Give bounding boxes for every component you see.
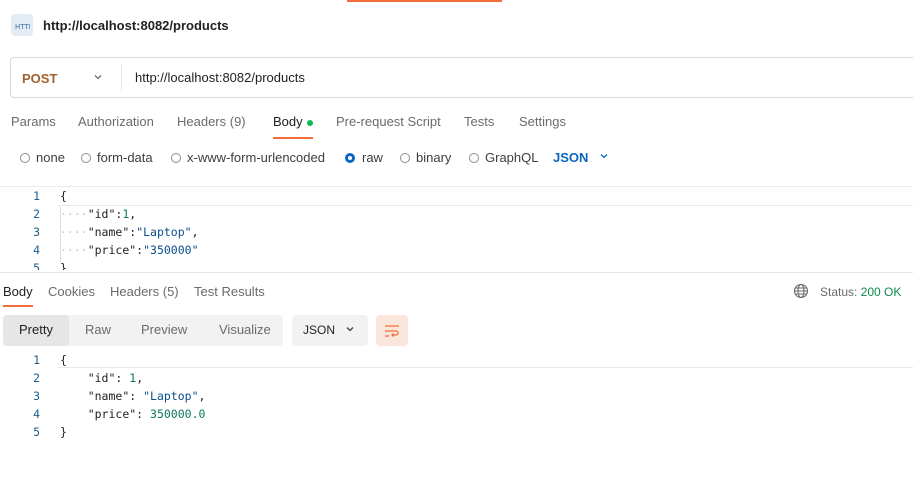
view-mode-visualize[interactable]: Visualize (219, 322, 271, 337)
code-line[interactable]: { (60, 189, 67, 203)
response-tab-body[interactable]: Body (3, 284, 33, 299)
view-mode-pretty[interactable]: Pretty (19, 322, 53, 337)
code-line[interactable]: ····"id":1, (60, 207, 136, 221)
response-tab-cookies[interactable]: Cookies (48, 284, 95, 299)
radio-label-x-www-form-urlencoded: x-www-form-urlencoded (187, 150, 325, 165)
tab-body[interactable]: Body (273, 114, 313, 129)
globe-icon[interactable] (793, 283, 809, 302)
chevron-down-icon[interactable] (598, 150, 610, 165)
radio-label-raw: raw (362, 150, 383, 165)
tab-pre-request-script[interactable]: Pre-request Script (336, 114, 441, 129)
line-number: 4 (33, 407, 40, 421)
line-number: 5 (33, 425, 40, 439)
response-tab-test-results[interactable]: Test Results (194, 284, 265, 299)
code-line: { (60, 353, 67, 367)
code-line[interactable]: } (60, 261, 67, 270)
svg-text:HTTP: HTTP (15, 23, 30, 31)
current-line-highlight (58, 367, 913, 368)
radio-raw[interactable] (345, 153, 355, 163)
pane-divider[interactable] (0, 272, 913, 273)
line-number: 1 (33, 189, 40, 203)
radio-label-graphql: GraphQL (485, 150, 539, 165)
response-tab-headers[interactable]: Headers (5) (110, 284, 179, 299)
line-number: 5 (33, 261, 40, 270)
current-line-highlight (58, 205, 913, 206)
line-number: 2 (33, 371, 40, 385)
line-number: 1 (33, 353, 40, 367)
radio-x-www-form-urlencoded[interactable] (171, 153, 181, 163)
tab-settings[interactable]: Settings (519, 114, 566, 129)
code-line: } (60, 425, 67, 439)
line-number: 3 (33, 225, 40, 239)
raw-format-selector[interactable]: JSON (553, 150, 588, 165)
radio-label-binary: binary (416, 150, 452, 165)
method-selector[interactable]: POST (22, 71, 57, 86)
code-line: "id": 1, (87, 371, 144, 385)
tab-authorization[interactable]: Authorization (78, 114, 154, 129)
tab-params[interactable]: Params (11, 114, 56, 129)
tab-body-label: Body (273, 114, 303, 129)
line-number: 3 (33, 389, 40, 403)
radio-graphql[interactable] (469, 153, 479, 163)
editor-clip: 5 } (0, 261, 913, 270)
active-tab-indicator (347, 0, 502, 2)
view-mode-raw[interactable]: Raw (85, 322, 111, 337)
code-line[interactable]: ····"price":"350000" (60, 243, 199, 257)
response-format-label: JSON (303, 323, 336, 337)
url-input[interactable]: http://localhost:8082/products (135, 70, 305, 85)
status-indicator: Status: 200 OK (820, 285, 901, 299)
view-mode-preview[interactable]: Preview (141, 322, 187, 337)
wrap-lines-icon[interactable] (376, 315, 408, 346)
active-tab-underline (273, 137, 313, 139)
status-label: Status: (820, 285, 858, 299)
code-line: "name": "Laptop", (87, 389, 206, 403)
tab-headers[interactable]: Headers (9) (177, 114, 246, 129)
http-icon: HTTP (11, 14, 33, 36)
line-number: 4 (33, 243, 40, 257)
chevron-down-icon[interactable] (344, 323, 356, 338)
radio-none[interactable] (20, 153, 30, 163)
modified-dot-icon (306, 119, 313, 126)
radio-label-form-data: form-data (97, 150, 153, 165)
tab-tests[interactable]: Tests (464, 114, 494, 129)
code-line: "price": 350000.0 (87, 407, 206, 421)
radio-binary[interactable] (400, 153, 410, 163)
code-line[interactable]: ····"name":"Laptop", (60, 225, 199, 239)
radio-form-data[interactable] (81, 153, 91, 163)
active-tab-underline (3, 305, 33, 307)
editor-border (0, 186, 913, 187)
request-title: http://localhost:8082/products (43, 18, 229, 33)
line-number: 2 (33, 207, 40, 221)
status-value: 200 OK (860, 285, 902, 299)
radio-label-none: none (36, 150, 65, 165)
divider (121, 64, 122, 91)
chevron-down-icon[interactable] (92, 71, 104, 86)
